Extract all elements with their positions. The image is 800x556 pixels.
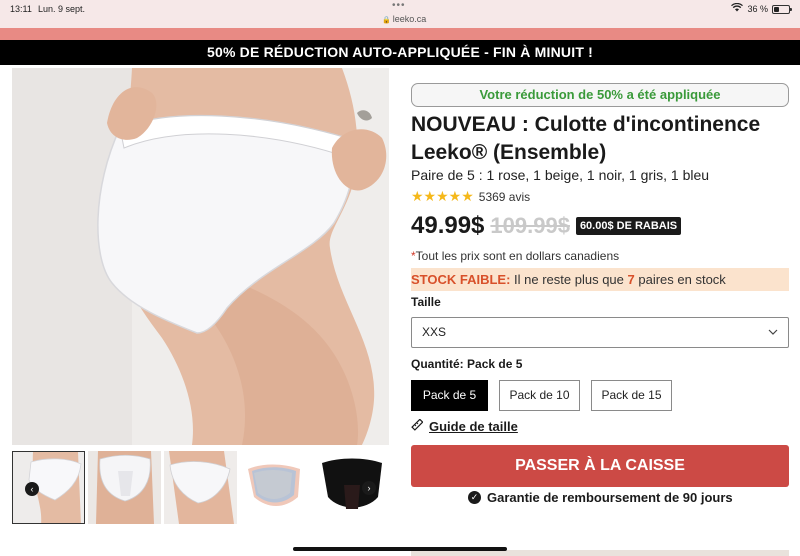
url-text: leeko.ca <box>392 14 427 24</box>
star-icon: ★★★★★ <box>411 188 474 204</box>
stock-count: 7 <box>627 272 635 287</box>
status-right: 36 % <box>731 2 792 15</box>
stock-text-after: paires en stock <box>634 272 726 287</box>
low-stock-bar: STOCK FAIBLE: Il ne reste plus que 7 pai… <box>411 268 789 291</box>
more-dots-icon[interactable]: ••• <box>392 0 406 11</box>
current-price: 49.99$ <box>411 212 485 239</box>
wifi-icon <box>731 2 744 15</box>
currency-note-text: Tout les prix sont en dollars canadiens <box>415 249 620 263</box>
product-subtitle: Paire de 5 : 1 rose, 1 beige, 1 noir, 1 … <box>411 167 710 183</box>
chevron-down-icon <box>768 318 778 359</box>
currency-note: *Tout les prix sont en dollars canadiens <box>411 249 619 263</box>
status-date: Lun. 9 sept. <box>38 4 86 14</box>
thumbnail-2[interactable] <box>88 451 161 524</box>
lock-icon: 🔒 <box>382 17 391 24</box>
quantity-label-text: Quantité: <box>411 357 464 371</box>
stock-text-before: Il ne reste plus que <box>510 272 628 287</box>
quantity-selected-value: Pack de 5 <box>467 357 523 371</box>
thumbnail-4[interactable] <box>240 451 313 524</box>
status-time: 13:11 <box>10 4 32 14</box>
pack-15-button[interactable]: Pack de 15 <box>591 380 672 411</box>
checkout-button[interactable]: PASSER À LA CAISSE <box>411 445 789 487</box>
review-count[interactable]: 5369 avis <box>479 190 530 204</box>
pack-10-button[interactable]: Pack de 10 <box>499 380 580 411</box>
status-bar: 13:11 Lun. 9 sept. ••• 🔒 leeko.ca 36 % <box>0 0 800 28</box>
thumbnail-5[interactable]: › <box>316 451 389 524</box>
thumbnail-1[interactable]: ‹ <box>12 451 85 524</box>
rating[interactable]: ★★★★★ 5369 avis <box>411 188 530 205</box>
size-guide-link[interactable]: Guide de taille <box>411 418 518 434</box>
check-circle-icon: ✓ <box>468 491 481 504</box>
quantity-label: Quantité: Pack de 5 <box>411 357 522 371</box>
product-title: NOUVEAU : Culotte d'incontinence Leeko® … <box>411 113 761 164</box>
header-strip <box>0 28 800 40</box>
size-select[interactable]: XXS <box>411 317 789 348</box>
stock-label: STOCK FAIBLE: <box>411 272 511 287</box>
price-row: 49.99$ 109.99$ 60.00$ DE RABAIS <box>411 212 682 240</box>
guarantee-text: Garantie de remboursement de 90 jours <box>487 490 733 505</box>
size-guide-text[interactable]: Guide de taille <box>429 419 518 434</box>
size-selected-value: XXS <box>422 325 447 339</box>
address-bar[interactable]: 🔒 leeko.ca <box>382 14 426 24</box>
pack-5-button[interactable]: Pack de 5 <box>411 380 488 411</box>
home-indicator[interactable] <box>293 547 507 551</box>
discount-badge: 60.00$ DE RABAIS <box>575 217 682 235</box>
promo-banner: 50% DE RÉDUCTION AUTO-APPLIQUÉE - FIN À … <box>0 40 800 65</box>
arrow-right-icon[interactable]: › <box>362 481 376 495</box>
arrow-left-icon[interactable]: ‹ <box>25 482 39 496</box>
thumbnail-strip: ‹ › <box>12 451 389 524</box>
main-product-image[interactable] <box>12 68 389 445</box>
battery-percent: 36 % <box>747 4 768 14</box>
ruler-icon <box>411 418 424 434</box>
battery-icon <box>772 4 792 14</box>
thumbnail-3[interactable] <box>164 451 237 524</box>
size-label: Taille <box>411 295 441 309</box>
discount-applied-badge: Votre réduction de 50% a été appliquée <box>411 83 789 107</box>
original-price: 109.99$ <box>490 213 570 238</box>
guarantee: ✓ Garantie de remboursement de 90 jours <box>468 490 733 505</box>
